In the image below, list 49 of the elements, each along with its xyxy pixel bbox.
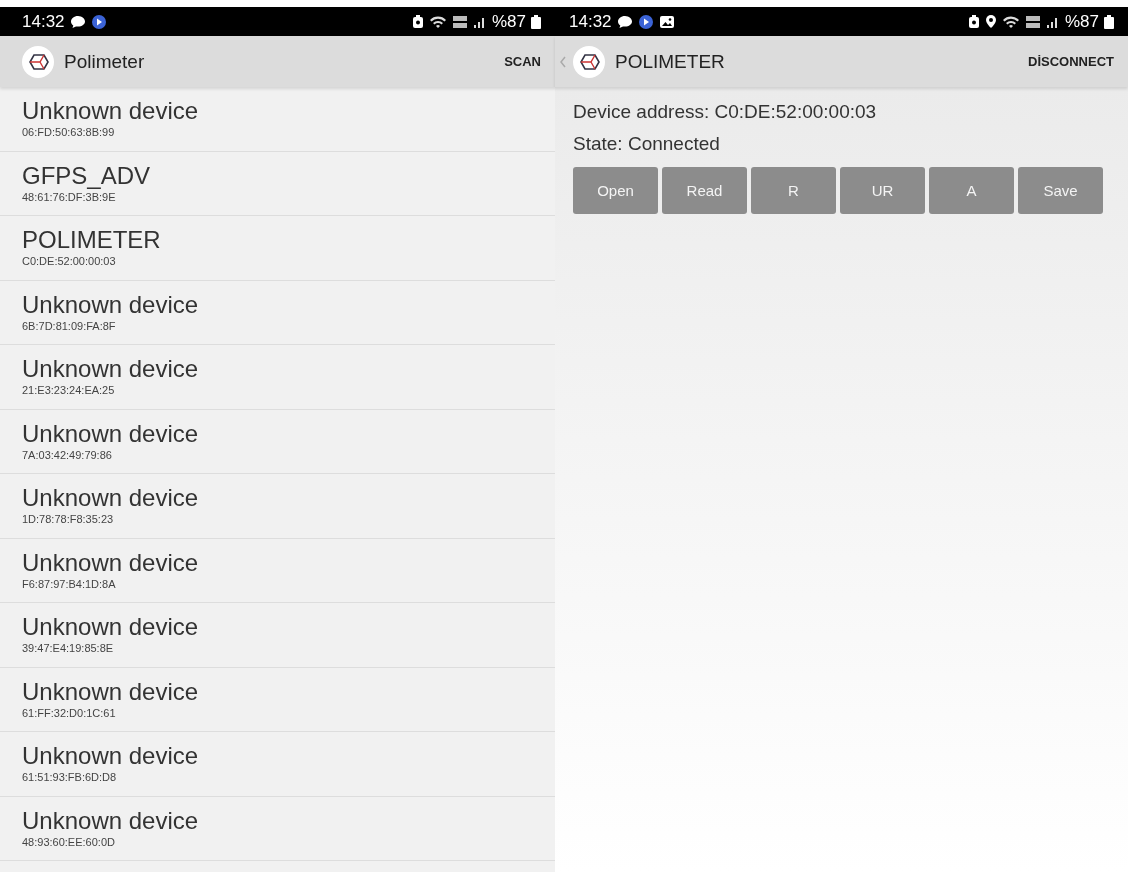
device-name: Unknown device — [22, 97, 200, 126]
app-icon — [90, 13, 107, 30]
battery-icon — [1104, 14, 1114, 29]
device-address: 1D:78:78:F8:35:23 — [22, 512, 115, 528]
device-address: 48:61:76:DF:3B:9E — [22, 189, 117, 205]
device-address: C0:DE:52:00:00:03 — [22, 254, 117, 270]
device-name: Unknown device — [22, 484, 200, 513]
battery-icon — [531, 14, 541, 29]
image-icon — [658, 14, 675, 29]
device-address: 39:47:E4:19:85:8E — [22, 641, 115, 657]
app-logo-icon — [22, 45, 54, 78]
device-address: F6:87:97:B4:1D:8A — [22, 576, 117, 592]
chat-icon — [69, 14, 86, 29]
device-address: 06:FD:50:63:8B:99 — [22, 125, 116, 141]
device-name: Unknown device — [22, 419, 200, 448]
status-time: 14:32 — [569, 11, 612, 32]
device-name: POLIMETER — [22, 226, 162, 255]
device-address: 6B:7D:81:09:FA:8F — [22, 318, 117, 334]
device-address: 48:93:60:EE:60:0D — [22, 834, 116, 850]
battery-saver-icon — [967, 14, 980, 29]
app-title: POLIMETER — [615, 50, 725, 73]
battery-level: %87 — [1064, 11, 1099, 32]
app-title: Polimeter — [64, 50, 145, 73]
wifi-icon — [1001, 14, 1020, 29]
device-name: Unknown device — [22, 548, 200, 577]
battery-saver-icon — [411, 14, 424, 29]
chat-icon — [616, 14, 633, 29]
device-name: Unknown device — [22, 355, 200, 384]
app-logo-icon — [573, 45, 605, 78]
device-name: GFPS_ADV — [22, 161, 152, 190]
device-name: Unknown device — [22, 742, 200, 771]
device-address: 61:FF:32:D0:1C:61 — [22, 705, 117, 721]
device-address: 7A:03:42:49:79:86 — [22, 447, 113, 463]
location-icon — [984, 14, 997, 29]
device-address: 21:E3:23:24:EA:25 — [22, 383, 116, 399]
device-address-label: Device address: C0:DE:52:00:00:03 — [573, 101, 877, 123]
device-name: Unknown device — [22, 806, 200, 835]
device-name: Unknown device — [22, 677, 200, 706]
device-name: Unknown device — [22, 613, 200, 642]
status-time: 14:32 — [22, 11, 65, 32]
battery-level: %87 — [491, 11, 526, 32]
device-name: Unknown device — [22, 290, 200, 319]
back-icon[interactable] — [559, 54, 567, 69]
scan-button[interactable]: SCAN — [504, 48, 541, 75]
device-address: 61:51:93:FB:6D:D8 — [22, 770, 118, 786]
wifi-icon — [428, 14, 447, 29]
disconnect-button[interactable]: DİSCONNECT — [1028, 48, 1114, 75]
app-icon — [637, 13, 654, 30]
connection-state-label: State: Connected — [573, 133, 720, 155]
